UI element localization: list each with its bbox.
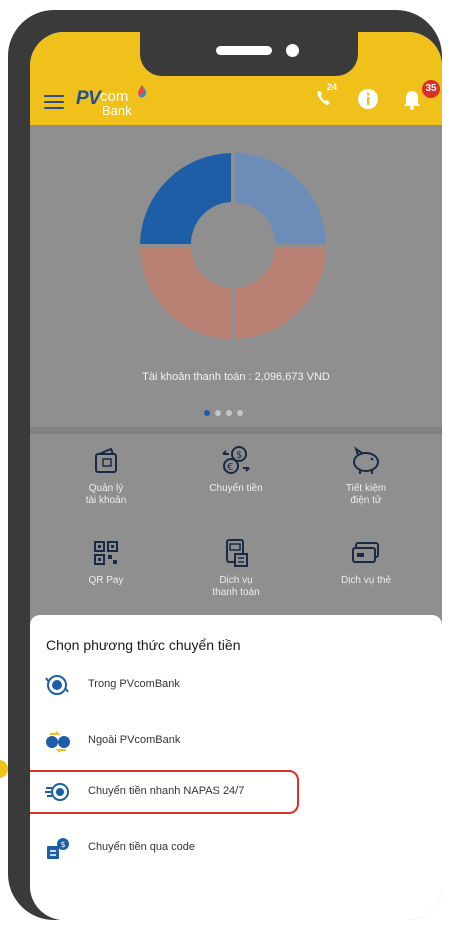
svg-text:$: $ — [61, 840, 66, 849]
logo-bank: Bank — [102, 103, 132, 118]
menu-label: Quản lý — [88, 483, 124, 494]
carousel-indicator[interactable] — [204, 410, 243, 416]
balance-donut-chart — [140, 153, 326, 339]
menu-transfer[interactable]: $ € Chuyển tiền — [176, 443, 296, 495]
hotline-button[interactable]: 24 — [313, 82, 339, 115]
menu-payment-services[interactable]: Dịch vụ thanh toán — [176, 535, 296, 599]
section-divider — [30, 427, 442, 434]
fast-transfer-icon — [45, 783, 69, 801]
internal-transfer-icon — [45, 675, 69, 695]
bill-payment-icon — [226, 539, 248, 567]
option-internal-transfer[interactable]: Trong PVcomBank — [30, 665, 442, 705]
menu-label: Dịch vụ — [219, 575, 253, 586]
bell-icon — [404, 91, 420, 110]
menu-label: Dịch vụ thẻ — [340, 575, 392, 586]
logo-drop-icon — [138, 85, 147, 98]
sheet-title: Chọn phương thức chuyển tiền — [46, 637, 241, 653]
logo-pv: PV — [76, 88, 101, 109]
menu-qr-pay[interactable]: QR Pay — [46, 535, 166, 587]
option-external-transfer[interactable]: Ngoài PVcomBank — [30, 721, 442, 761]
info-button[interactable] — [357, 88, 379, 115]
phone-notch — [140, 32, 358, 76]
svg-text:$: $ — [236, 450, 242, 461]
menu-account-management[interactable]: Quản lý tài khoản — [46, 443, 166, 507]
notification-button[interactable] — [400, 88, 424, 117]
hamburger-menu-icon[interactable] — [44, 95, 64, 109]
option-label: Trong PVcomBank — [88, 678, 180, 690]
carousel-dot[interactable] — [237, 410, 243, 416]
info-icon — [358, 89, 378, 109]
balance-text: Tài khoản thanh toán : 2,096,673 VND — [142, 371, 330, 383]
external-transfer-icon — [46, 731, 70, 753]
option-code-transfer[interactable]: $ Chuyển tiền qua code — [30, 828, 442, 868]
qr-code-icon — [94, 541, 118, 565]
transfer-method-sheet: Chọn phương thức chuyển tiền Trong PVcom… — [30, 615, 442, 920]
pvcombank-logo: PV com Bank — [76, 85, 166, 118]
hotline-badge: 24 — [327, 82, 338, 92]
option-label: Chuyển tiền nhanh NAPAS 24/7 — [88, 785, 245, 797]
front-camera — [286, 44, 299, 57]
piggy-bank-icon — [353, 446, 379, 474]
menu-label: tài khoản — [85, 495, 127, 506]
option-label: Ngoài PVcomBank — [88, 734, 181, 746]
menu-e-savings[interactable]: Tiết kiệm điện tử — [306, 443, 426, 507]
menu-label: Chuyển tiền — [209, 483, 263, 494]
card-icon — [352, 542, 379, 563]
menu-label: điện tử — [350, 495, 382, 506]
code-transfer-icon: $ — [47, 838, 69, 859]
carousel-dot[interactable] — [215, 410, 221, 416]
svg-text:€: € — [227, 462, 233, 473]
carousel-dot[interactable] — [204, 410, 210, 416]
menu-card-services[interactable]: Dịch vụ thẻ — [306, 535, 426, 587]
option-napas-fast-transfer[interactable]: Chuyển tiền nhanh NAPAS 24/7 — [30, 772, 442, 812]
step-callout-marker — [0, 760, 8, 778]
notification-badge: 35 — [422, 80, 440, 98]
phone-frame: PV com Bank 24 35 Tài khoản thanh toán:… — [8, 10, 442, 920]
currency-exchange-icon: $ € — [222, 446, 250, 474]
carousel-dot[interactable] — [226, 410, 232, 416]
wallet-icon — [95, 447, 117, 473]
option-label: Chuyển tiền qua code — [88, 841, 196, 853]
speaker — [216, 46, 272, 55]
menu-label: thanh toán — [212, 587, 260, 598]
menu-label: QR Pay — [88, 575, 124, 586]
phone-screen: PV com Bank 24 35 Tài khoản thanh toán:… — [30, 32, 442, 920]
menu-label: Tiết kiệm — [345, 483, 387, 494]
